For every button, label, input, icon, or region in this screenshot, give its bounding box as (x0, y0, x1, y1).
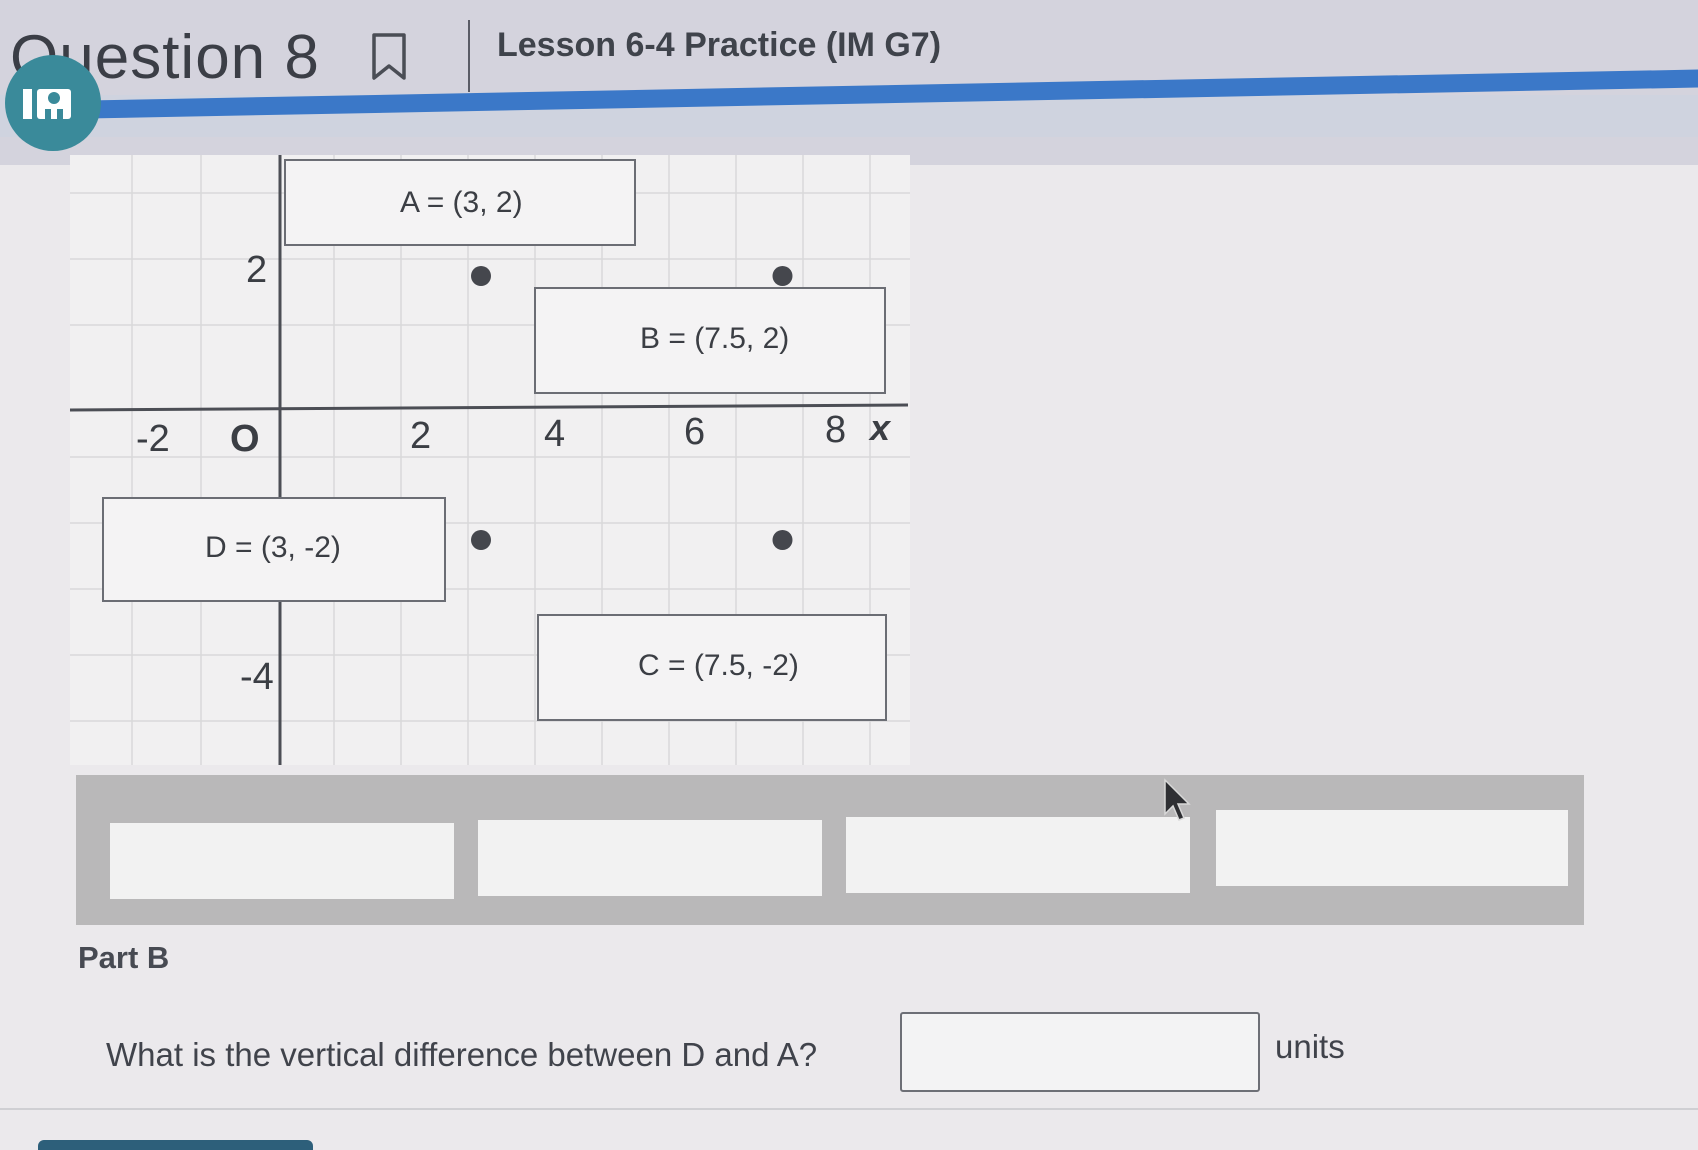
x-tick-label: 8 (825, 409, 846, 451)
point-label-a[interactable]: A = (3, 2) (284, 159, 636, 246)
coordinate-graph: -2 O 2 4 6 8 x 2 -4 A = (3, 2) B = (7.5,… (69, 155, 910, 765)
y-tick-label: 2 (246, 249, 267, 291)
graph-point (471, 530, 491, 550)
bookmark-icon[interactable] (370, 32, 408, 82)
x-axis (69, 403, 909, 412)
units-label: units (1275, 1028, 1345, 1065)
point-label-c[interactable]: C = (7.5, -2) (537, 614, 887, 721)
part-b-question: What is the vertical difference between … (106, 1036, 818, 1073)
drop-bucket[interactable] (846, 817, 1190, 893)
x-tick-label: 4 (544, 413, 565, 455)
answer-input[interactable] (900, 1012, 1260, 1092)
graph-point (772, 266, 793, 286)
im-logo-icon[interactable] (5, 55, 101, 151)
point-label-b-text: B = (7.5, 2) (640, 322, 789, 355)
graph-point (471, 266, 491, 286)
x-tick-label: 6 (684, 411, 705, 453)
point-label-d[interactable]: D = (3, -2) (102, 497, 446, 602)
mouse-cursor-icon (1164, 778, 1191, 821)
point-label-b[interactable]: B = (7.5, 2) (534, 287, 886, 394)
drop-bucket[interactable] (110, 823, 454, 899)
x-tick-label: 2 (410, 415, 431, 457)
x-tick-label: -2 (136, 418, 170, 460)
header-divider (468, 20, 470, 92)
drop-zone[interactable] (76, 775, 1584, 925)
footer-divider (0, 1108, 1698, 1110)
drop-bucket[interactable] (478, 820, 822, 896)
y-tick-label: -4 (240, 656, 274, 698)
lesson-title: Lesson 6-4 Practice (IM G7) (497, 26, 942, 64)
graph-point (772, 530, 793, 550)
x-axis-label: x (868, 407, 892, 448)
bottom-action-button[interactable] (38, 1140, 313, 1150)
drop-bucket[interactable] (1216, 810, 1568, 886)
point-label-d-text: D = (3, -2) (205, 531, 341, 564)
part-b-label: Part B (78, 940, 170, 975)
point-label-a-text: A = (3, 2) (400, 186, 523, 219)
point-label-c-text: C = (7.5, -2) (638, 649, 799, 682)
origin-label: O (230, 418, 260, 460)
